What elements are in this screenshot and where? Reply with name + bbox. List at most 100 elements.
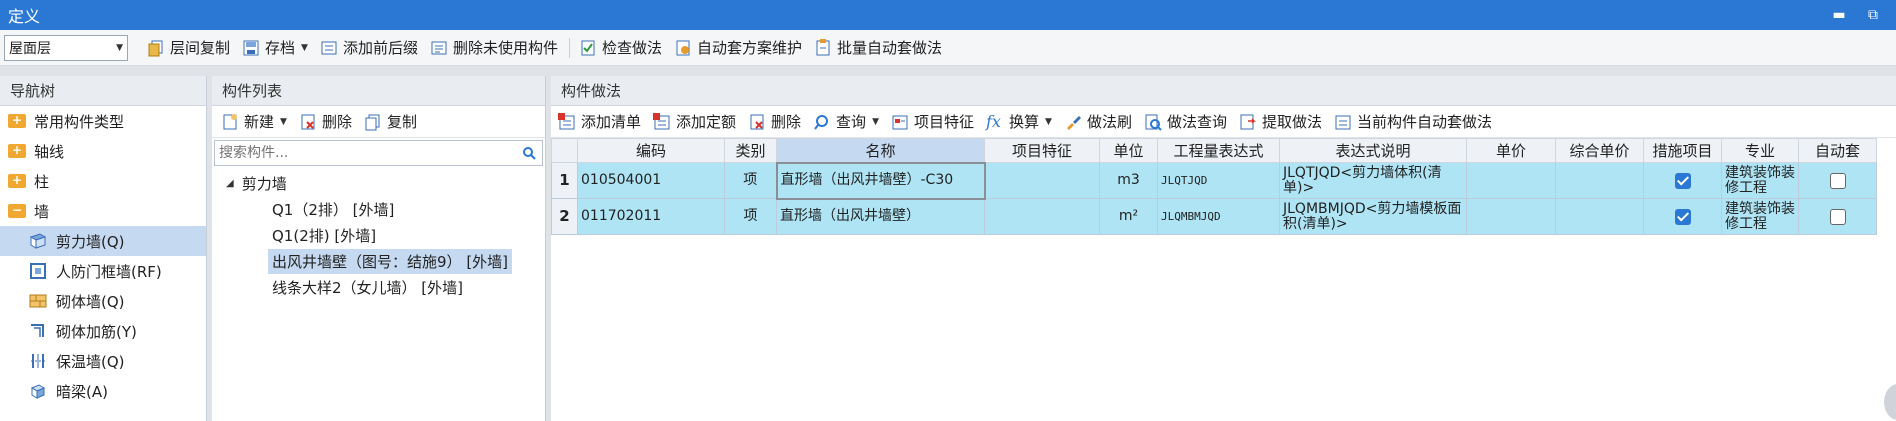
column-header-measure[interactable]: 措施项目 <box>1643 138 1722 163</box>
copy-component-button[interactable]: 复制 <box>359 108 422 136</box>
conversion-button[interactable]: fx 换算 ▼ <box>981 108 1057 136</box>
cell-expr[interactable]: JLQTJQD <box>1157 162 1280 199</box>
table-row[interactable]: 1 010504001 项 直形墙（出风井墙壁）-C30 m3 JLQTJQD … <box>551 161 1877 200</box>
check-method-button[interactable]: 检查做法 <box>574 34 667 62</box>
chevron-down-icon[interactable]: ▼ <box>301 43 308 53</box>
table-row[interactable]: 2 011702011 项 直形墙（出风井墙壁） m² JLQMBMJQD JL… <box>551 198 1877 235</box>
component-toolbar: 新建 ▼ 删除 复制 <box>212 106 545 138</box>
delete-unused-label: 删除未使用构件 <box>452 39 558 57</box>
cell-code[interactable]: 010504001 <box>577 162 725 199</box>
delete-component-button[interactable]: 删除 <box>294 108 357 136</box>
cell-feature[interactable] <box>984 198 1100 235</box>
cell-price[interactable] <box>1466 198 1556 235</box>
column-header-specialty[interactable]: 专业 <box>1721 138 1799 163</box>
cell-specialty[interactable]: 建筑装饰装修工程 <box>1721 198 1799 235</box>
cell-unit[interactable]: m3 <box>1099 162 1158 199</box>
window-titlebar: 定义 ▬ ⧉ <box>0 0 1896 30</box>
method-brush-button[interactable]: 做法刷 <box>1059 108 1137 136</box>
nav-item-shear-wall[interactable]: 剪力墙(Q) <box>0 226 206 256</box>
nav-item-masonry-wall[interactable]: 砌体墙(Q) <box>0 286 206 316</box>
minimize-button[interactable]: ▬ <box>1830 6 1848 24</box>
extract-method-button[interactable]: 提取做法 <box>1234 108 1327 136</box>
chevron-down-icon[interactable]: ▼ <box>1045 117 1052 127</box>
method-query-icon <box>1145 114 1162 131</box>
cell-total-price[interactable] <box>1555 198 1644 235</box>
restore-button[interactable]: ⧉ <box>1864 6 1882 24</box>
nav-item-masonry-rebar[interactable]: 砌体加筋(Y) <box>0 316 206 346</box>
measure-checkbox[interactable] <box>1674 172 1691 189</box>
item-feature-button[interactable]: 项目特征 <box>886 108 979 136</box>
copy-layers-button[interactable]: 层间复制 <box>142 34 235 62</box>
nav-item-column[interactable]: + 柱 <box>0 166 206 196</box>
new-component-button[interactable]: 新建 ▼ <box>216 108 292 136</box>
cell-feature[interactable] <box>984 162 1100 199</box>
nav-item-label: 常用构件类型 <box>34 112 125 131</box>
query-button[interactable]: 查询 ▼ <box>808 108 884 136</box>
nav-item-common[interactable]: + 常用构件类型 <box>0 106 206 136</box>
search-icon[interactable] <box>522 146 536 160</box>
measure-checkbox[interactable] <box>1674 208 1691 225</box>
component-item[interactable]: Q1(2排) [外墙] <box>212 222 545 248</box>
cell-price[interactable] <box>1466 162 1556 199</box>
column-header-category[interactable]: 类别 <box>724 138 777 163</box>
column-header-code[interactable]: 编码 <box>577 138 725 163</box>
cell-total-price[interactable] <box>1555 162 1644 199</box>
add-quota-button[interactable]: 添加定额 <box>648 108 741 136</box>
archive-button[interactable]: 存档 ▼ <box>237 34 313 62</box>
column-header-name[interactable]: 名称 <box>776 138 985 163</box>
row-number[interactable]: 1 <box>551 162 578 199</box>
cell-expr[interactable]: JLQMBMJQD <box>1157 198 1280 235</box>
cell-name[interactable]: 直形墙（出风井墙壁）-C30 <box>775 161 986 200</box>
column-header-auto[interactable]: 自动套 <box>1798 138 1877 163</box>
delete-method-button[interactable]: 删除 <box>743 108 806 136</box>
cell-expr-desc[interactable]: JLQTJQD<剪力墙体积(清单)> <box>1279 162 1467 199</box>
column-header-total-price[interactable]: 综合单价 <box>1555 138 1644 163</box>
nav-item-insulation-wall[interactable]: 保温墙(Q) <box>0 346 206 376</box>
cell-expr-desc[interactable]: JLQMBMJQD<剪力墙模板面积(清单)> <box>1279 198 1467 235</box>
component-search-input[interactable] <box>219 145 499 161</box>
floor-select-value: 屋面层 <box>9 40 51 57</box>
component-item[interactable]: 线条大样2（女儿墙） [外墙] <box>212 274 545 300</box>
column-header-expr[interactable]: 工程量表达式 <box>1157 138 1280 163</box>
auto-checkbox[interactable] <box>1829 208 1846 225</box>
row-number[interactable]: 2 <box>551 198 578 235</box>
cell-specialty[interactable]: 建筑装饰装修工程 <box>1721 162 1799 199</box>
scroll-handle[interactable] <box>1884 384 1896 420</box>
cell-name[interactable]: 直形墙（出风井墙壁） <box>776 198 985 235</box>
item-feature-label: 项目特征 <box>913 113 974 131</box>
add-list-button[interactable]: 添加清单 <box>553 108 646 136</box>
nav-item-hidden-beam[interactable]: 暗梁(A) <box>0 376 206 406</box>
delete-icon <box>301 114 315 129</box>
nav-item-axis[interactable]: + 轴线 <box>0 136 206 166</box>
nav-item-wall[interactable]: − 墙 <box>0 196 206 226</box>
auto-checkbox[interactable] <box>1829 172 1846 189</box>
column-header-expr-desc[interactable]: 表达式说明 <box>1279 138 1467 163</box>
chevron-down-icon[interactable]: ▼ <box>872 117 879 127</box>
nav-item-label: 墙 <box>34 202 50 221</box>
archive-icon <box>243 40 259 55</box>
floor-select[interactable]: 屋面层 ▼ <box>4 34 128 61</box>
tree-node-shear-wall[interactable]: ◢ 剪力墙 <box>212 170 545 196</box>
delete-unused-button[interactable]: 删除未使用构件 <box>425 34 563 62</box>
nav-item-label: 保温墙(Q) <box>56 352 125 371</box>
cell-category[interactable]: 项 <box>724 198 777 235</box>
cell-code[interactable]: 011702011 <box>577 198 725 235</box>
add-prefix-button[interactable]: 添加前后缀 <box>315 34 423 62</box>
current-auto-label: 当前构件自动套做法 <box>1356 113 1492 131</box>
component-item-selected[interactable]: 出风井墙壁（图号：结施9） [外墙] <box>212 248 545 274</box>
current-auto-button[interactable]: 当前构件自动套做法 <box>1329 108 1497 136</box>
cell-unit[interactable]: m² <box>1099 198 1158 235</box>
method-query-button[interactable]: 做法查询 <box>1139 108 1232 136</box>
auto-scheme-button[interactable]: 自动套方案维护 <box>669 34 807 62</box>
column-header-price[interactable]: 单价 <box>1466 138 1556 163</box>
chevron-down-icon[interactable]: ▼ <box>280 117 287 127</box>
collapse-triangle-icon[interactable]: ◢ <box>226 178 234 189</box>
component-item[interactable]: Q1（2排） [外墙] <box>212 196 545 222</box>
shear-wall-icon <box>29 233 47 249</box>
cell-category[interactable]: 项 <box>724 162 777 199</box>
column-header-unit[interactable]: 单位 <box>1099 138 1158 163</box>
column-header-feature[interactable]: 项目特征 <box>984 138 1100 163</box>
nav-item-civil-defense-wall[interactable]: 人防门框墙(RF) <box>0 256 206 286</box>
item-feature-icon <box>892 115 908 129</box>
batch-auto-button[interactable]: 批量自动套做法 <box>809 34 947 62</box>
